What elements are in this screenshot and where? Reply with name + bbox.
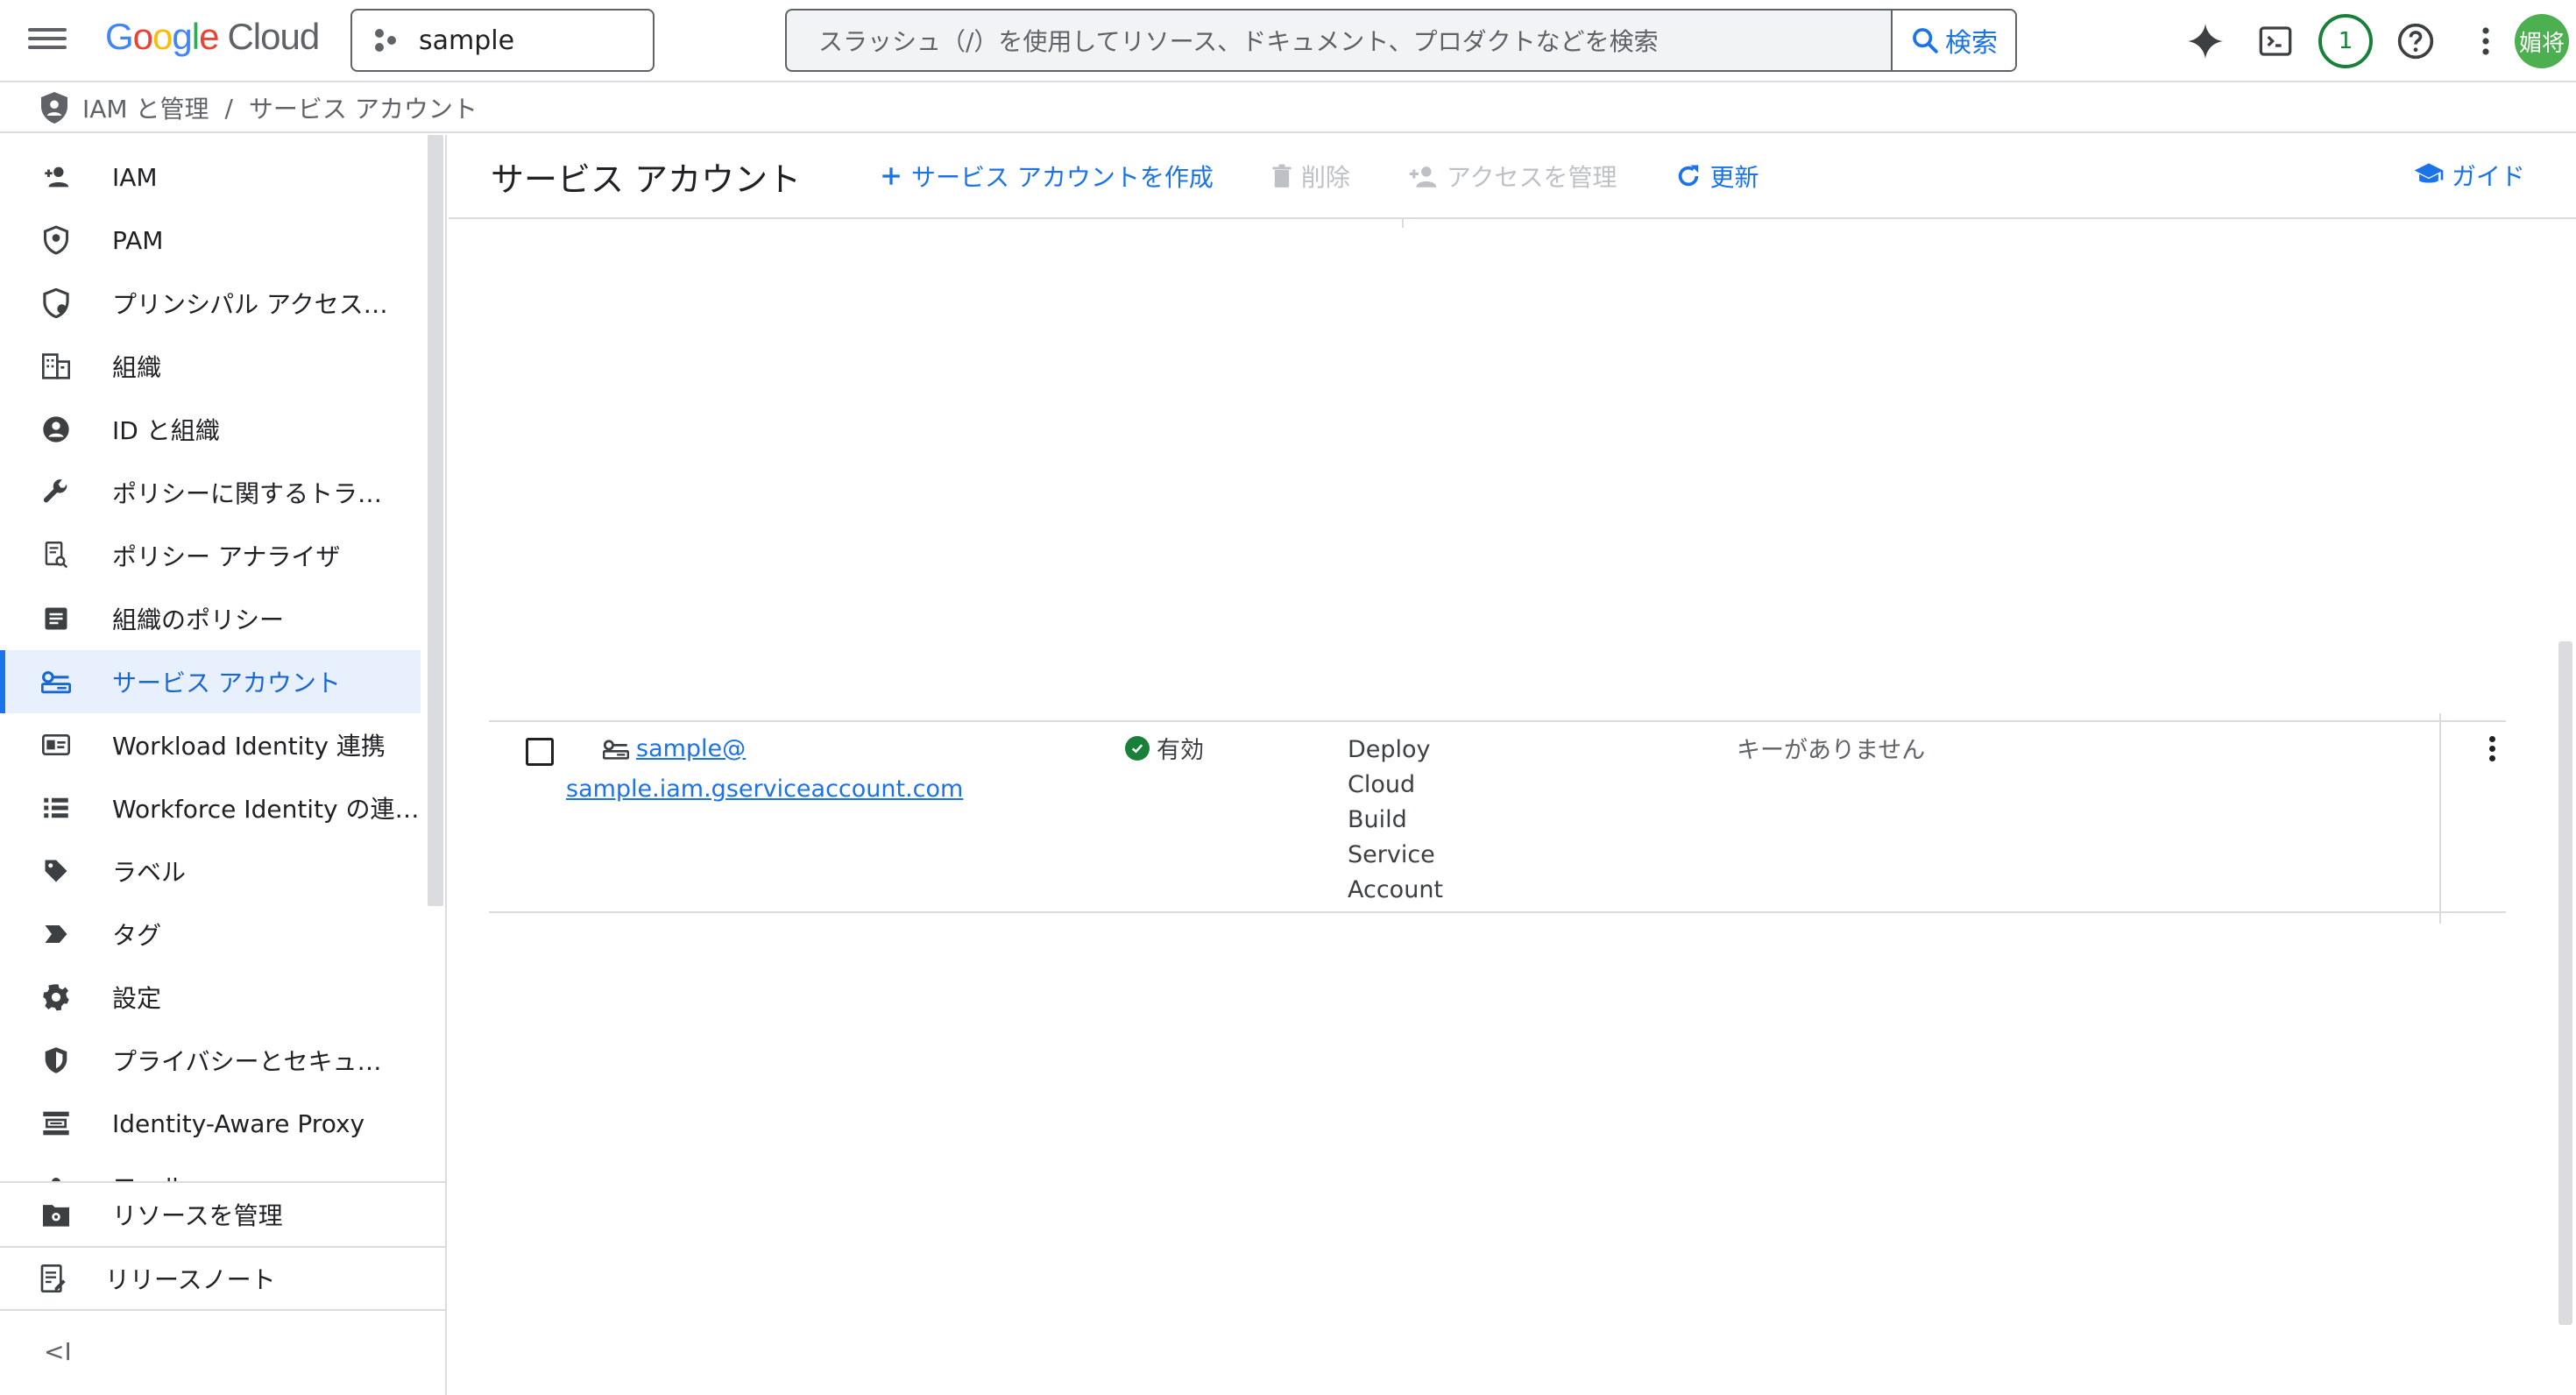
- account-avatar[interactable]: 媚将: [2515, 14, 2569, 68]
- main-content: サービス アカウント サービス アカウントを作成 削除 アクセスを管理 更新 ガ…: [449, 135, 2576, 1395]
- service-accounts-table: sample@ sample.iam.gserviceaccount.com 有…: [489, 713, 2506, 924]
- sidebar-scrollbar[interactable]: [428, 135, 443, 906]
- list-icon: [39, 790, 74, 825]
- main-menu-button[interactable]: [28, 23, 67, 58]
- tag-icon: [39, 917, 74, 952]
- more-options-icon[interactable]: [2457, 12, 2515, 70]
- security-shield-icon: [39, 1043, 74, 1078]
- manage-access-button[interactable]: アクセスを管理: [1408, 159, 1617, 194]
- role-icon: [39, 1169, 74, 1181]
- sidebar-item-principal-access[interactable]: プリンシパル アクセス…: [0, 272, 421, 335]
- cloud-shell-icon[interactable]: [2247, 12, 2304, 70]
- wrench-icon: [39, 475, 74, 510]
- project-name: sample: [419, 25, 515, 56]
- sidebar-footer: リソースを管理 リリースノート: [0, 1181, 445, 1311]
- release-notes-icon: [35, 1264, 70, 1292]
- sidebar-item-iam[interactable]: IAM: [0, 145, 421, 209]
- search-input[interactable]: スラッシュ（/）を使用してリソース、ドキュメント、プロダクトなどを検索: [787, 11, 1891, 70]
- key-status: キーがありません: [1737, 737, 1926, 764]
- sidebar-item-policy-troubleshooter[interactable]: ポリシーに関するトラ…: [0, 461, 421, 524]
- service-account-description: Deploy Cloud Build Service Account: [1348, 736, 1444, 903]
- project-picker[interactable]: sample: [350, 9, 655, 72]
- manage-resources-link[interactable]: リソースを管理: [0, 1181, 445, 1246]
- service-account-email: sample@ sample.iam.gserviceaccount.com: [566, 731, 963, 808]
- service-account-icon: [39, 664, 74, 699]
- search-icon: [1913, 28, 1938, 53]
- sidebar-item-workforce-identity[interactable]: Workforce Identity の連…: [0, 776, 421, 839]
- breadcrumb-root[interactable]: IAM と管理: [82, 90, 209, 125]
- sidebar-item-service-accounts[interactable]: サービス アカウント: [0, 650, 421, 713]
- sidebar-item-organization[interactable]: 組織: [0, 335, 421, 398]
- google-cloud-logo[interactable]: Google Cloud: [105, 16, 320, 58]
- account-circle-icon: [39, 412, 74, 447]
- person-add-icon: [1409, 166, 1437, 188]
- sidebar-item-settings[interactable]: 設定: [0, 966, 421, 1029]
- release-notes-link[interactable]: リリースノート: [0, 1246, 445, 1311]
- sidebar-item-policy-analyzer[interactable]: ポリシー アナライザ: [0, 524, 421, 587]
- status-badge: 有効: [1125, 731, 1204, 765]
- breadcrumb-separator: /: [224, 93, 233, 123]
- policy-search-icon: [39, 538, 74, 573]
- help-icon[interactable]: [2387, 12, 2445, 70]
- refresh-button[interactable]: 更新: [1675, 159, 1759, 194]
- project-dots-icon: [375, 29, 398, 52]
- shield-icon: [39, 223, 74, 258]
- sidebar-item-org-policies[interactable]: 組織のポリシー: [0, 587, 421, 650]
- shield-settings-icon: [39, 286, 74, 321]
- proxy-icon: [39, 1106, 74, 1141]
- search-button[interactable]: 検索: [1891, 11, 2015, 70]
- sidebar-item-labels[interactable]: ラベル: [0, 839, 421, 903]
- refresh-icon: [1678, 165, 1698, 187]
- plus-icon: [882, 167, 900, 185]
- sidebar-item-privacy-security[interactable]: プライバシーとセキュ…: [0, 1029, 421, 1092]
- collapse-sidebar-button[interactable]: <I: [44, 1337, 72, 1366]
- sidebar-item-identity-aware-proxy[interactable]: Identity-Aware Proxy: [0, 1092, 421, 1155]
- create-service-account-button[interactable]: サービス アカウントを作成: [880, 159, 1214, 194]
- building-icon: [39, 349, 74, 384]
- folder-settings-icon: [39, 1201, 74, 1228]
- gear-icon: [39, 980, 74, 1015]
- search-bar: スラッシュ（/）を使用してリソース、ドキュメント、プロダクトなどを検索 検索: [785, 9, 2017, 72]
- page-toolbar: サービス アカウント サービス アカウントを作成 削除 アクセスを管理 更新 ガ…: [449, 135, 2576, 219]
- delete-button[interactable]: 削除: [1271, 159, 1350, 194]
- sticky-column-divider: [2439, 713, 2441, 924]
- check-circle-icon: [1125, 735, 1150, 761]
- sidebar-item-roles[interactable]: ロール: [0, 1155, 421, 1181]
- trash-icon: [1272, 164, 1292, 188]
- sidebar-item-workload-identity[interactable]: Workload Identity 連携: [0, 713, 421, 776]
- notifications-button[interactable]: 1: [2317, 12, 2374, 70]
- column-divider: [1402, 219, 1404, 228]
- iam-shield-icon: [41, 92, 67, 124]
- sidebar-item-tags[interactable]: タグ: [0, 903, 421, 966]
- guide-button[interactable]: ガイド: [2413, 158, 2525, 193]
- sidebar-item-identity-org[interactable]: ID と組織: [0, 398, 421, 461]
- sidebar-item-pam[interactable]: PAM: [0, 209, 421, 272]
- top-app-bar: Google Cloud sample スラッシュ（/）を使用してリソース、ドキュ…: [0, 0, 2576, 82]
- service-account-email-link[interactable]: sample@: [636, 735, 746, 762]
- page-title: サービス アカウント: [491, 159, 802, 199]
- service-account-icon: [602, 734, 630, 771]
- label-icon: [39, 853, 74, 889]
- list-doc-icon: [39, 601, 74, 636]
- service-account-email-link-domain[interactable]: sample.iam.gserviceaccount.com: [566, 775, 963, 803]
- left-sidebar: IAM PAM プリンシパル アクセス… 組織 ID と組織 ポリシーに関するト…: [0, 135, 447, 1395]
- gemini-sparkle-icon[interactable]: [2176, 12, 2234, 70]
- breadcrumb: IAM と管理 / サービス アカウント: [0, 84, 2576, 133]
- school-icon: [2414, 163, 2444, 183]
- id-card-icon: [39, 727, 74, 762]
- person-add-icon: [39, 159, 74, 195]
- breadcrumb-current: サービス アカウント: [248, 95, 478, 124]
- row-actions-menu-icon[interactable]: [2483, 733, 2501, 765]
- row-checkbox[interactable]: [526, 738, 554, 766]
- main-scrollbar[interactable]: [2558, 641, 2572, 1325]
- sidebar-nav: IAM PAM プリンシパル アクセス… 組織 ID と組織 ポリシーに関するト…: [0, 135, 421, 1181]
